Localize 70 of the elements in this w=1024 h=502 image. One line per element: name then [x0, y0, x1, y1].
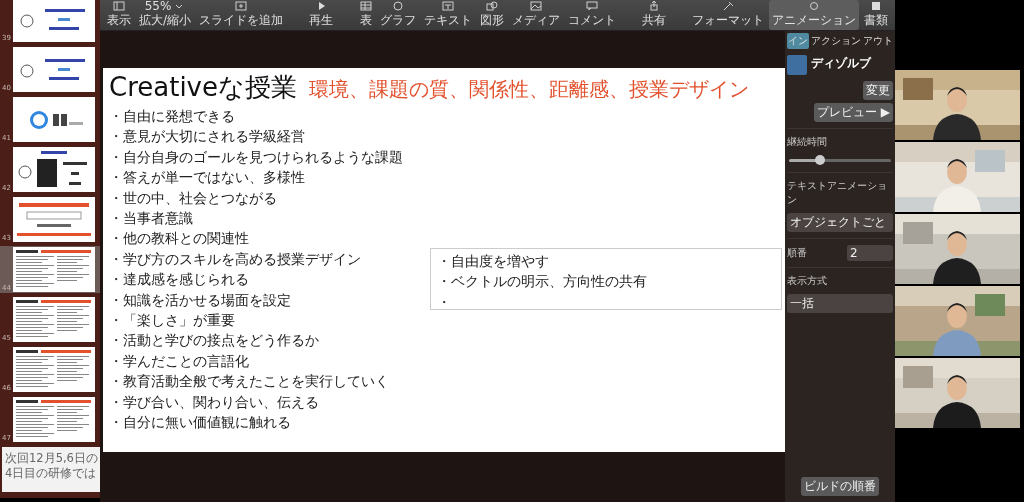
build-order-button[interactable]: ビルドの順番: [801, 477, 879, 496]
share-icon: [647, 1, 660, 11]
bullet-item: ・自分に無い価値観に触れる: [109, 413, 291, 433]
bullet-item: ・教育活動全般で考えたことを実行していく: [109, 372, 389, 392]
bullet-item: ・当事者意識: [109, 209, 193, 229]
effect-preview-icon: [787, 55, 807, 75]
preview-button[interactable]: プレビュー ▶: [813, 103, 893, 122]
toolbar-button[interactable]: グラフ: [376, 0, 419, 30]
slide-thumbnail[interactable]: [13, 97, 95, 142]
slide-thumbnail[interactable]: [13, 197, 95, 242]
image-icon: [529, 1, 542, 11]
change-button[interactable]: 変更: [863, 81, 893, 100]
toolbar-button[interactable]: 表示: [104, 0, 134, 30]
slider-thumb[interactable]: [814, 155, 825, 165]
toolbar-button[interactable]: 共有: [638, 0, 669, 30]
text-animation-label: テキストアニメーション: [787, 179, 888, 207]
toolbar-button[interactable]: コメント: [564, 0, 619, 30]
slide-thumbnail[interactable]: [13, 297, 95, 342]
bullet-item: ・ベクトルの明示、方向性の共有: [437, 272, 647, 292]
bullet-item: ・学んだことの言語化: [109, 351, 249, 371]
toolbar-button[interactable]: フォーマット: [689, 0, 767, 30]
comment-icon: [585, 1, 598, 11]
bullet-item: ・「楽しさ」が重要: [109, 311, 235, 331]
toolbar-button[interactable]: 書類: [861, 0, 891, 30]
toolbar-button[interactable]: スライドを追加: [196, 0, 287, 30]
slide-thumbnail[interactable]: [13, 397, 95, 442]
bullet-item: ・他の教科との関連性: [109, 229, 249, 249]
circle-icon: [808, 1, 820, 11]
bullet-item: ・学び合い、関わり合い、伝える: [109, 392, 319, 412]
bullet-item: ・: [437, 292, 451, 312]
text-box-icon: [441, 1, 454, 11]
slide-thumbnail[interactable]: [13, 247, 95, 292]
text-animation-select[interactable]: オブジェクトごと: [787, 213, 893, 232]
slide-thumbnail[interactable]: [13, 0, 95, 42]
slide-thumbnail[interactable]: [13, 347, 95, 392]
slide-thumbnail[interactable]: 次回12月5,6日の 4日目の研修では: [2, 447, 100, 492]
effect-name: ディゾルブ: [811, 55, 871, 72]
slide-thumbnail[interactable]: [13, 47, 95, 92]
toolbar-button[interactable]: アニメーション: [769, 0, 859, 30]
inspector-tab[interactable]: アウト: [863, 33, 893, 49]
order-select[interactable]: 2: [847, 245, 893, 261]
table-icon: [359, 1, 372, 11]
bullet-item: ・知識を活かせる場面を設定: [109, 290, 291, 310]
delivery-select[interactable]: 一括: [787, 294, 893, 313]
toolbar-button[interactable]: 再生: [306, 0, 337, 30]
toolbar-button[interactable]: 図形: [476, 0, 507, 30]
inspector-tab[interactable]: アクション: [811, 33, 861, 49]
toolbar-button[interactable]: 55% 拡大/縮小: [136, 0, 195, 30]
text-box[interactable]: ・自由度を増やす ・ベクトルの明示、方向性の共有 ・: [430, 248, 782, 310]
sidebar-icon: [113, 1, 125, 11]
toolbar-button[interactable]: 表: [356, 0, 375, 30]
bullet-item: ・答えが単一ではない、多様性: [109, 168, 305, 188]
slide-title: Creativeな授業: [109, 71, 297, 104]
duration-label: 継続時間: [787, 135, 828, 149]
toolbar-button[interactable]: テキスト: [420, 0, 475, 30]
slide-thumbnail[interactable]: [13, 147, 95, 192]
bullet-item: ・世の中、社会とつながる: [109, 188, 277, 208]
delivery-label: 表示方式: [787, 274, 828, 288]
bullet-item: ・自由度を増やす: [437, 252, 549, 271]
bullet-item: ・学び方のスキルを高める授業デザイン: [109, 249, 361, 269]
slide-subtitle: 環境、課題の質、関係性、距離感、授業デザイン: [309, 76, 749, 103]
bullet-item: ・自分自身のゴールを見つけられるような課題: [109, 147, 403, 167]
add-slide-icon: [235, 1, 248, 11]
toolbar-button[interactable]: メディア: [508, 0, 563, 30]
bullet-item: ・活動と学びの接点をどう作るか: [109, 331, 319, 351]
bullet-item: ・自由に発想できる: [109, 107, 235, 126]
order-label: 順番: [787, 246, 807, 260]
bullet-item: ・達成感を感じられる: [109, 270, 249, 290]
shapes-icon: [485, 1, 498, 11]
bullet-item: ・意見が大切にされる学級経営: [109, 127, 305, 147]
